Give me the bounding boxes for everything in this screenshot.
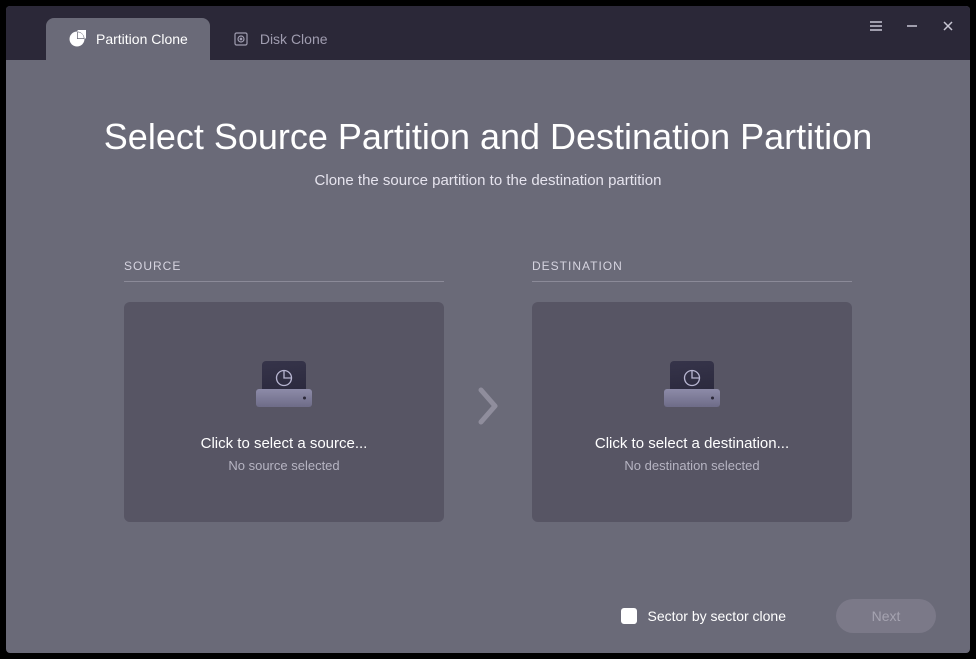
next-button-label: Next: [872, 608, 901, 624]
pie-icon: [68, 30, 86, 48]
disk-icon: [232, 30, 250, 48]
page-title: Select Source Partition and Destination …: [66, 116, 910, 158]
drive-partition-icon: [256, 351, 312, 407]
minimize-button[interactable]: [900, 14, 924, 38]
page-subtitle: Clone the source partition to the destin…: [66, 172, 910, 189]
app-window: Partition Clone Disk Clone: [6, 6, 970, 653]
source-label: SOURCE: [124, 259, 444, 282]
destination-card[interactable]: Click to select a destination... No dest…: [532, 302, 852, 522]
main-content: Select Source Partition and Destination …: [6, 60, 970, 522]
destination-primary-text: Click to select a destination...: [595, 435, 789, 452]
source-primary-text: Click to select a source...: [201, 435, 368, 452]
checkbox-label: Sector by sector clone: [647, 608, 786, 624]
next-button[interactable]: Next: [836, 599, 936, 633]
destination-panel-group: DESTINATION Click to select a destinatio…: [532, 259, 852, 522]
tabs: Partition Clone Disk Clone: [46, 6, 350, 60]
menu-button[interactable]: [864, 14, 888, 38]
tab-label: Disk Clone: [260, 31, 328, 47]
footer: Sector by sector clone Next: [40, 599, 936, 633]
window-controls: [864, 14, 960, 38]
titlebar: Partition Clone Disk Clone: [6, 6, 970, 60]
tab-label: Partition Clone: [96, 31, 188, 47]
source-panel-group: SOURCE Click to select a source... No so…: [124, 259, 444, 522]
panels-row: SOURCE Click to select a source... No so…: [66, 259, 910, 522]
destination-secondary-text: No destination selected: [624, 458, 759, 473]
sector-by-sector-checkbox[interactable]: Sector by sector clone: [621, 608, 786, 624]
checkbox-box: [621, 608, 637, 624]
tab-disk-clone[interactable]: Disk Clone: [210, 18, 350, 60]
chevron-right-icon: [468, 376, 508, 436]
tab-partition-clone[interactable]: Partition Clone: [46, 18, 210, 60]
source-card[interactable]: Click to select a source... No source se…: [124, 302, 444, 522]
source-secondary-text: No source selected: [228, 458, 339, 473]
drive-partition-icon: [664, 351, 720, 407]
destination-label: DESTINATION: [532, 259, 852, 282]
close-button[interactable]: [936, 14, 960, 38]
